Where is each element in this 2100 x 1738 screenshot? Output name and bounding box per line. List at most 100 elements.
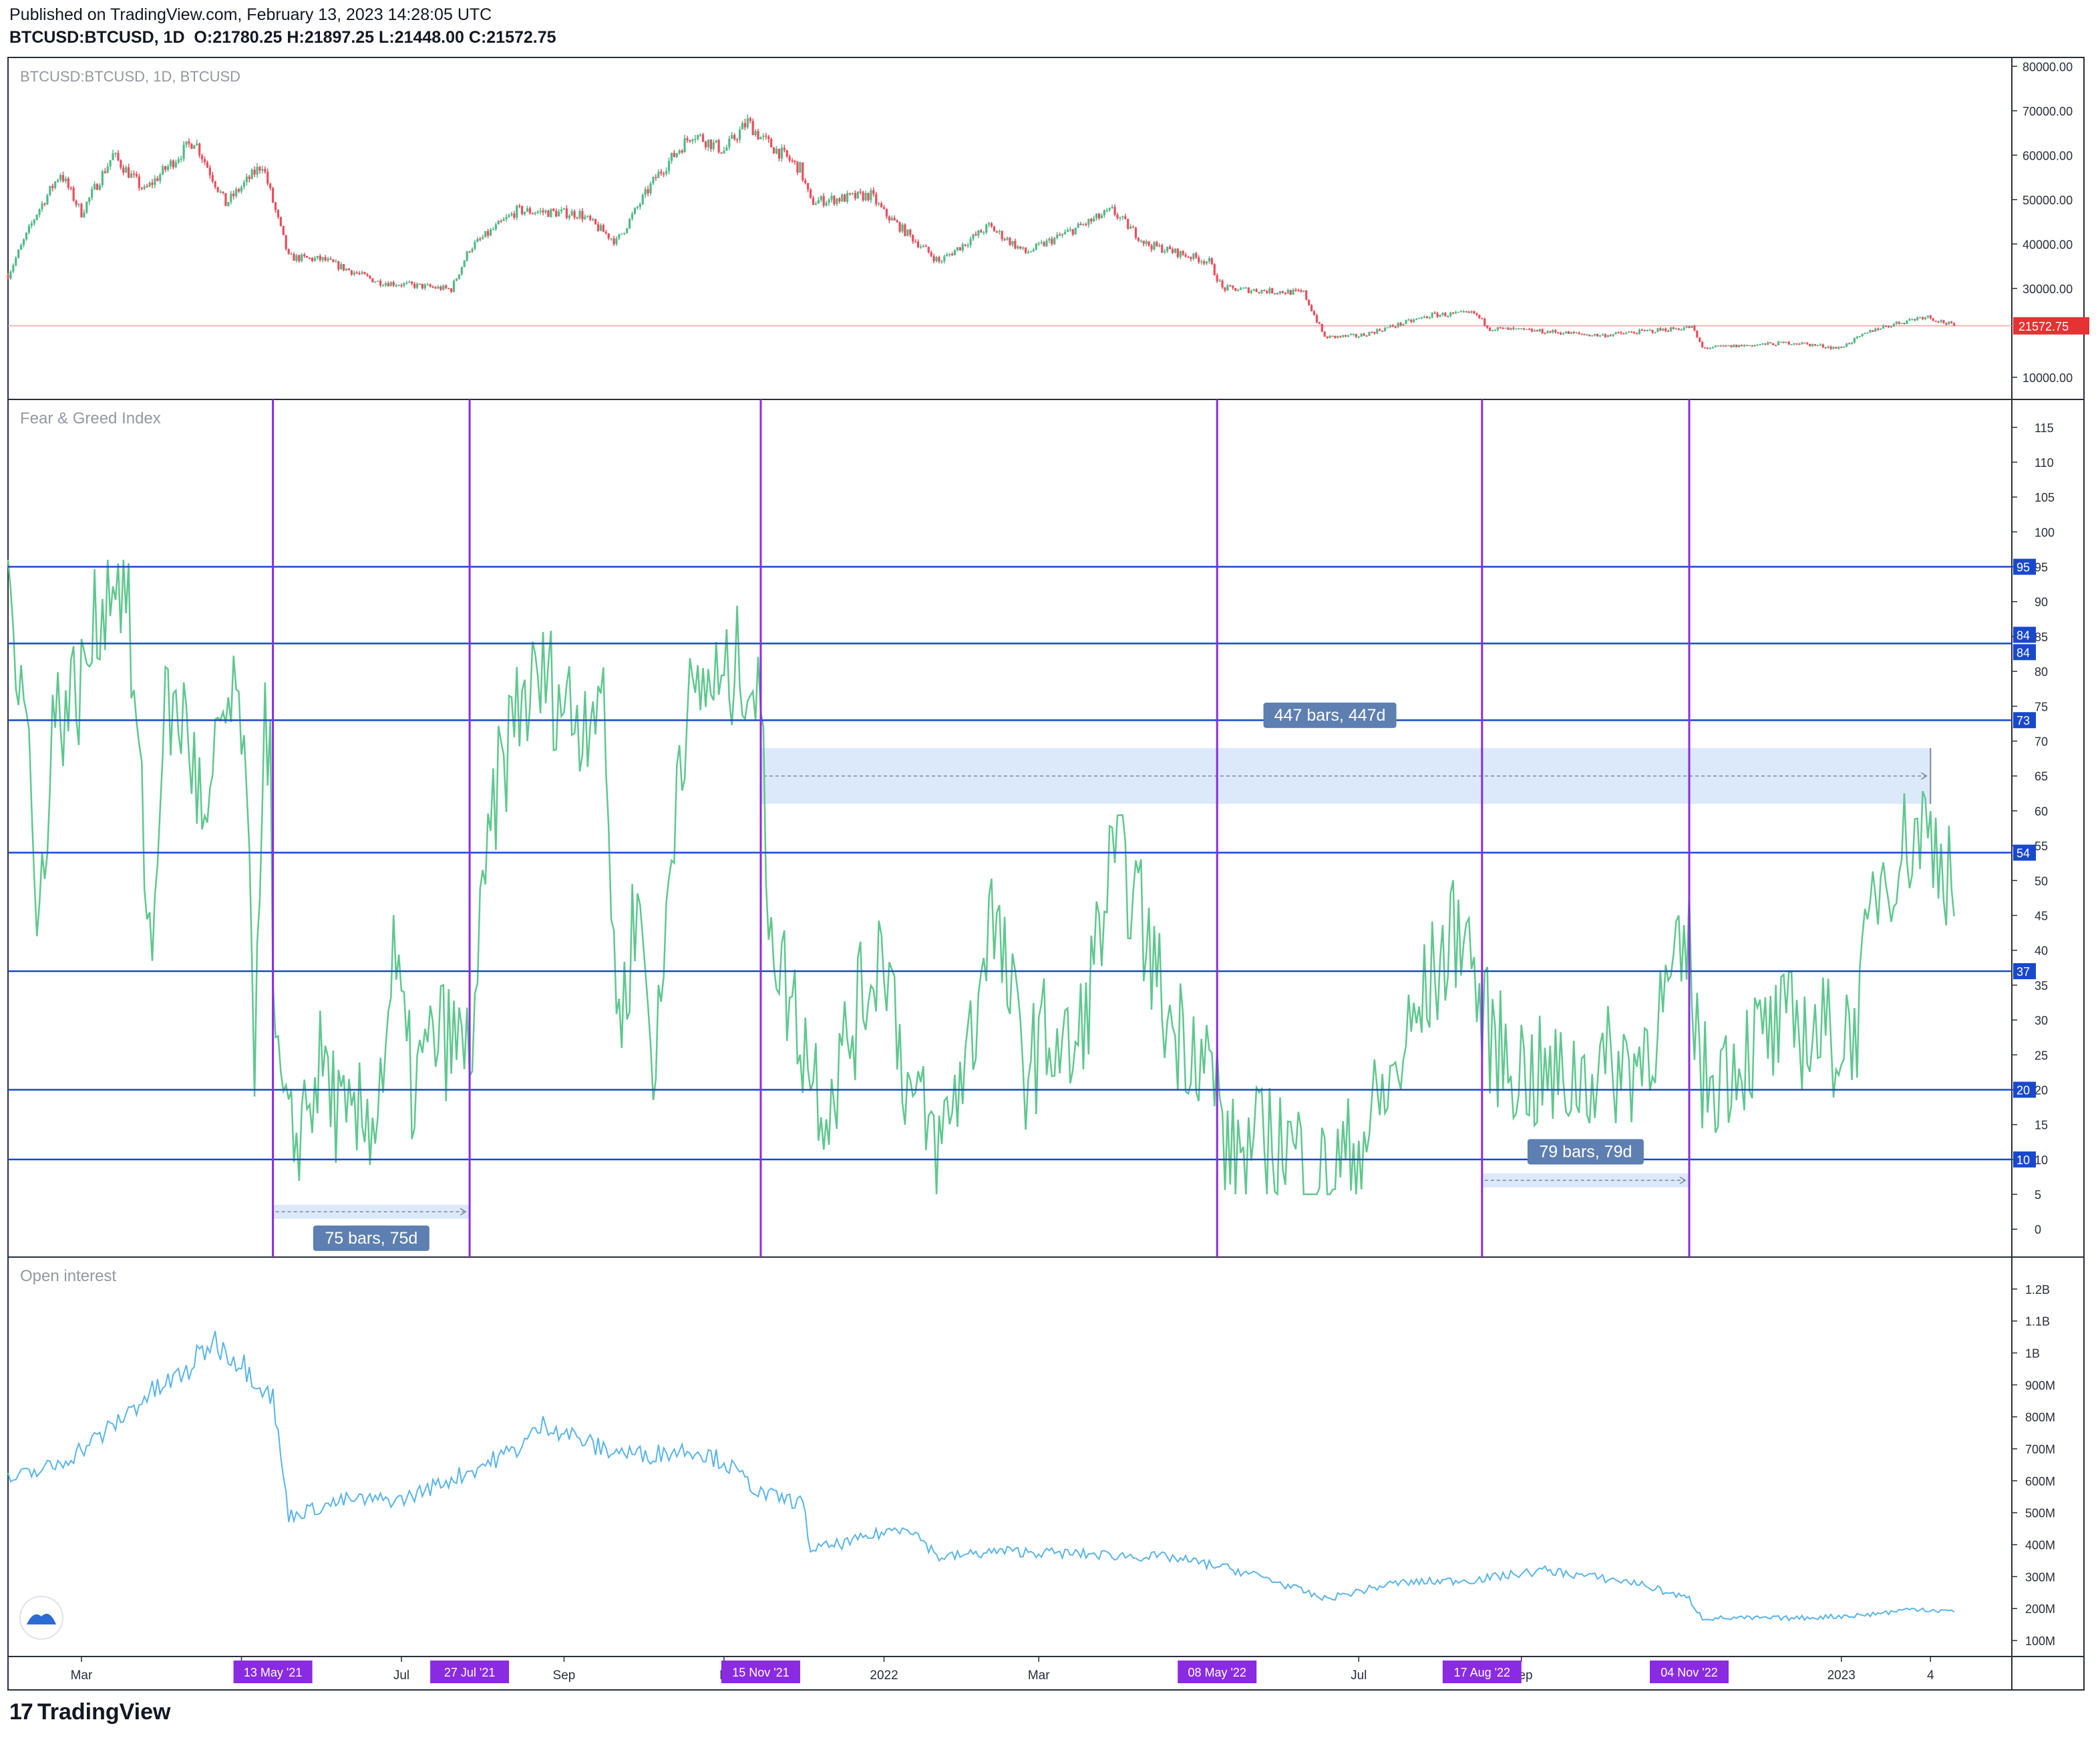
candle-body xyxy=(1389,325,1391,327)
candle-body xyxy=(1142,240,1145,244)
candle-body xyxy=(1045,240,1048,246)
candle-body xyxy=(1756,345,1759,346)
candle-body xyxy=(723,150,725,154)
candle-body xyxy=(875,194,878,204)
candle-body xyxy=(1318,322,1321,324)
fng-axis-label: 20 xyxy=(2035,1083,2048,1097)
candle-body xyxy=(500,220,502,222)
candle-body xyxy=(1289,290,1292,295)
candle-body xyxy=(1145,241,1148,244)
candle-body xyxy=(1339,335,1342,337)
candle-body xyxy=(1801,342,1803,345)
candle-body xyxy=(1669,327,1673,332)
candle-body xyxy=(1082,224,1085,226)
candle-body xyxy=(358,273,361,275)
candle-body xyxy=(1937,321,1940,323)
oi-axis-label: 100M xyxy=(2025,1634,2055,1648)
candle-body xyxy=(1315,315,1319,323)
marker-date-label: 08 May '22 xyxy=(1188,1666,1246,1679)
candle-body xyxy=(689,140,691,142)
candle-body xyxy=(775,148,778,154)
candle-body xyxy=(1449,312,1452,316)
candle-body xyxy=(596,224,600,231)
candle-body xyxy=(353,272,355,275)
fng-axis-label: 65 xyxy=(2035,770,2048,784)
candle-body xyxy=(1402,323,1405,325)
candle-body xyxy=(219,191,222,193)
candle-body xyxy=(1496,327,1499,331)
price-pane-title: BTCUSD:BTCUSD, 1D, BTCUSD xyxy=(20,68,240,85)
candle-body xyxy=(1759,344,1761,345)
fng-axis-label: 55 xyxy=(2035,840,2048,853)
oi-line xyxy=(7,1331,1955,1622)
candle-body xyxy=(1819,344,1821,346)
candle-body xyxy=(242,182,246,187)
candle-body xyxy=(1793,343,1795,345)
candle-body xyxy=(347,269,351,271)
chart-canvas[interactable]: BTCUSD:BTCUSD, 1D, BTCUSD 80000.00 70000.0… xyxy=(0,0,2100,1738)
candle-body xyxy=(1900,323,1903,325)
candle-body xyxy=(1218,280,1221,282)
candle-body xyxy=(1202,261,1206,264)
candle-body xyxy=(1032,249,1035,252)
oi-axis-label: 1B xyxy=(2025,1347,2040,1361)
candle-body xyxy=(841,194,844,202)
candle-body xyxy=(754,131,757,136)
candle-body xyxy=(1638,329,1641,334)
candle-body xyxy=(479,238,482,240)
candle-body xyxy=(1777,341,1780,345)
price-axis-label: 70000.00 xyxy=(2023,105,2073,118)
candle-body xyxy=(492,229,495,230)
candle-body xyxy=(828,199,830,203)
candle-body xyxy=(1656,328,1659,333)
candle-body xyxy=(972,234,975,239)
fng-axis-label: 30 xyxy=(2035,1014,2048,1027)
candle-body xyxy=(1890,326,1892,328)
candle-body xyxy=(1192,253,1195,259)
candle-body xyxy=(1447,315,1449,317)
candle-body xyxy=(1803,342,1806,344)
level-tag-label: 73 xyxy=(2017,714,2030,727)
candle-body xyxy=(1273,293,1276,295)
candle-body xyxy=(256,166,258,175)
candle-body xyxy=(497,220,500,224)
candle-body xyxy=(345,269,348,271)
candle-body xyxy=(1858,336,1861,337)
candle-body xyxy=(1787,341,1790,345)
candle-body xyxy=(1906,320,1908,324)
candle-body xyxy=(1665,328,1667,331)
candle-body xyxy=(1575,332,1578,334)
candle-body xyxy=(1035,243,1037,250)
candle-body xyxy=(1675,328,1677,330)
candle-body xyxy=(180,158,182,160)
candle-body xyxy=(1326,336,1329,339)
candle-body xyxy=(715,140,717,142)
candle-body xyxy=(227,202,230,206)
candle-body xyxy=(15,257,17,265)
candle-body xyxy=(41,203,43,210)
candle-body xyxy=(1428,317,1431,319)
candle-body xyxy=(1680,329,1683,331)
candle-body xyxy=(568,215,570,218)
candle-body xyxy=(629,218,631,228)
candle-body xyxy=(1475,313,1478,315)
price-axis-label: 50000.00 xyxy=(2023,194,2073,207)
candle-body xyxy=(1410,319,1413,322)
candle-body xyxy=(214,181,216,188)
candle-body xyxy=(725,147,728,151)
candle-body xyxy=(1153,242,1156,250)
candle-body xyxy=(697,135,699,140)
candle-body xyxy=(1337,335,1339,338)
fng-axis-label: 45 xyxy=(2035,909,2048,922)
candle-body xyxy=(429,284,431,287)
level-tag-label: 20 xyxy=(2017,1083,2030,1097)
candle-body xyxy=(1059,234,1061,236)
candle-body xyxy=(25,232,28,240)
tradingview-brand[interactable]: 17 TradingView xyxy=(9,1699,170,1725)
candle-body xyxy=(1276,293,1279,295)
candle-body xyxy=(1774,345,1777,347)
candle-body xyxy=(177,159,180,163)
candle-body xyxy=(1709,347,1712,349)
candle-body xyxy=(639,204,641,207)
candle-body xyxy=(1924,317,1927,319)
